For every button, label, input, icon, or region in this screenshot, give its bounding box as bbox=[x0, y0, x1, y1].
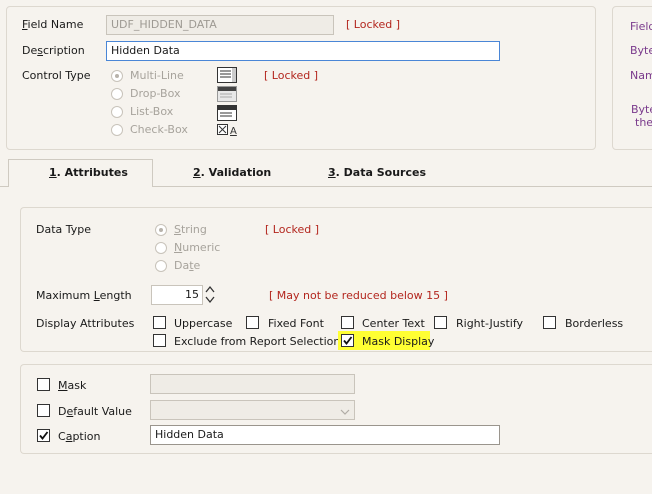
info-name-label: Nam bbox=[630, 69, 652, 82]
data-type-string-radio[interactable] bbox=[155, 224, 167, 236]
mask-checkbox[interactable] bbox=[37, 378, 50, 391]
checkbox-control-icon: A bbox=[217, 124, 239, 139]
data-type-date-radio[interactable] bbox=[155, 260, 167, 272]
caption-input[interactable]: Hidden Data bbox=[150, 425, 500, 445]
checkmark-icon bbox=[39, 431, 49, 440]
field-name-label: Field Name bbox=[22, 18, 84, 31]
data-type-label: Data Type bbox=[36, 223, 92, 236]
caption-checkbox[interactable] bbox=[37, 429, 50, 442]
control-type-label: Control Type bbox=[22, 69, 91, 82]
tab-data-sources[interactable]: 3. Data Sources bbox=[328, 160, 426, 186]
control-type-multiline-radio[interactable] bbox=[111, 70, 123, 82]
mask-input bbox=[150, 374, 355, 394]
attributes-panel bbox=[20, 207, 652, 352]
svg-text:A: A bbox=[230, 126, 237, 136]
field-name-locked-note: [ Locked ] bbox=[346, 18, 401, 31]
checkmark-icon bbox=[343, 336, 353, 345]
info-byte-note-2: the bbox=[635, 116, 652, 129]
center-text-label: Center Text bbox=[362, 317, 425, 330]
data-type-numeric-radio[interactable] bbox=[155, 242, 167, 254]
info-byte-label: Byte bbox=[630, 44, 652, 57]
data-type-locked-note: [ Locked ] bbox=[265, 223, 320, 236]
mask-display-checkbox[interactable] bbox=[341, 334, 354, 347]
control-type-checkbox-label: Check-Box bbox=[130, 123, 188, 136]
tab-attributes[interactable]: 1. Attributes bbox=[49, 160, 128, 186]
control-type-listbox-radio[interactable] bbox=[111, 106, 123, 118]
default-value-label: Default Value bbox=[58, 405, 132, 418]
data-type-numeric-label: Numeric bbox=[174, 241, 221, 254]
max-length-input[interactable]: 15 bbox=[151, 285, 203, 305]
right-justify-checkbox[interactable] bbox=[434, 316, 447, 329]
info-field-label: Field bbox=[630, 20, 652, 33]
field-name-input: UDF_HIDDEN_DATA bbox=[106, 15, 334, 35]
default-value-dropdown bbox=[150, 400, 355, 420]
dropbox-control-icon bbox=[217, 86, 237, 105]
mask-display-label: Mask Display bbox=[362, 335, 435, 348]
description-label: Description bbox=[22, 44, 85, 57]
chevron-down-icon bbox=[340, 406, 350, 419]
control-type-listbox-label: List-Box bbox=[130, 105, 174, 118]
control-type-locked-note: [ Locked ] bbox=[264, 69, 319, 82]
default-value-checkbox[interactable] bbox=[37, 404, 50, 417]
control-type-checkbox-radio[interactable] bbox=[111, 124, 123, 136]
caption-label: Caption bbox=[58, 430, 101, 443]
multiline-control-icon bbox=[217, 67, 237, 86]
data-type-date-label: Date bbox=[174, 259, 201, 272]
exclude-report-selection-checkbox[interactable] bbox=[153, 334, 166, 347]
data-type-string-label: String bbox=[174, 223, 207, 236]
fixed-font-label: Fixed Font bbox=[268, 317, 324, 330]
max-length-spinner[interactable] bbox=[204, 284, 216, 309]
uppercase-label: Uppercase bbox=[174, 317, 233, 330]
control-type-multiline-label: Multi-Line bbox=[130, 69, 184, 82]
borderless-checkbox[interactable] bbox=[543, 316, 556, 329]
control-type-dropbox-label: Drop-Box bbox=[130, 87, 181, 100]
display-attributes-label: Display Attributes bbox=[36, 317, 135, 330]
description-input[interactable]: Hidden Data bbox=[106, 41, 500, 61]
uppercase-checkbox[interactable] bbox=[153, 316, 166, 329]
borderless-label: Borderless bbox=[565, 317, 624, 330]
mask-label: Mask bbox=[58, 379, 87, 392]
control-type-dropbox-radio[interactable] bbox=[111, 88, 123, 100]
center-text-checkbox[interactable] bbox=[341, 316, 354, 329]
fixed-font-checkbox[interactable] bbox=[246, 316, 259, 329]
listbox-control-icon bbox=[217, 105, 237, 124]
exclude-report-selection-label: Exclude from Report Selection bbox=[174, 335, 341, 348]
tab-validation[interactable]: 2. Validation bbox=[193, 160, 271, 186]
max-length-label: Maximum Length bbox=[36, 289, 132, 302]
max-length-note: [ May not be reduced below 15 ] bbox=[269, 289, 448, 302]
info-byte-note-1: Byte bbox=[631, 103, 652, 116]
right-justify-label: Right-Justify bbox=[456, 317, 524, 330]
